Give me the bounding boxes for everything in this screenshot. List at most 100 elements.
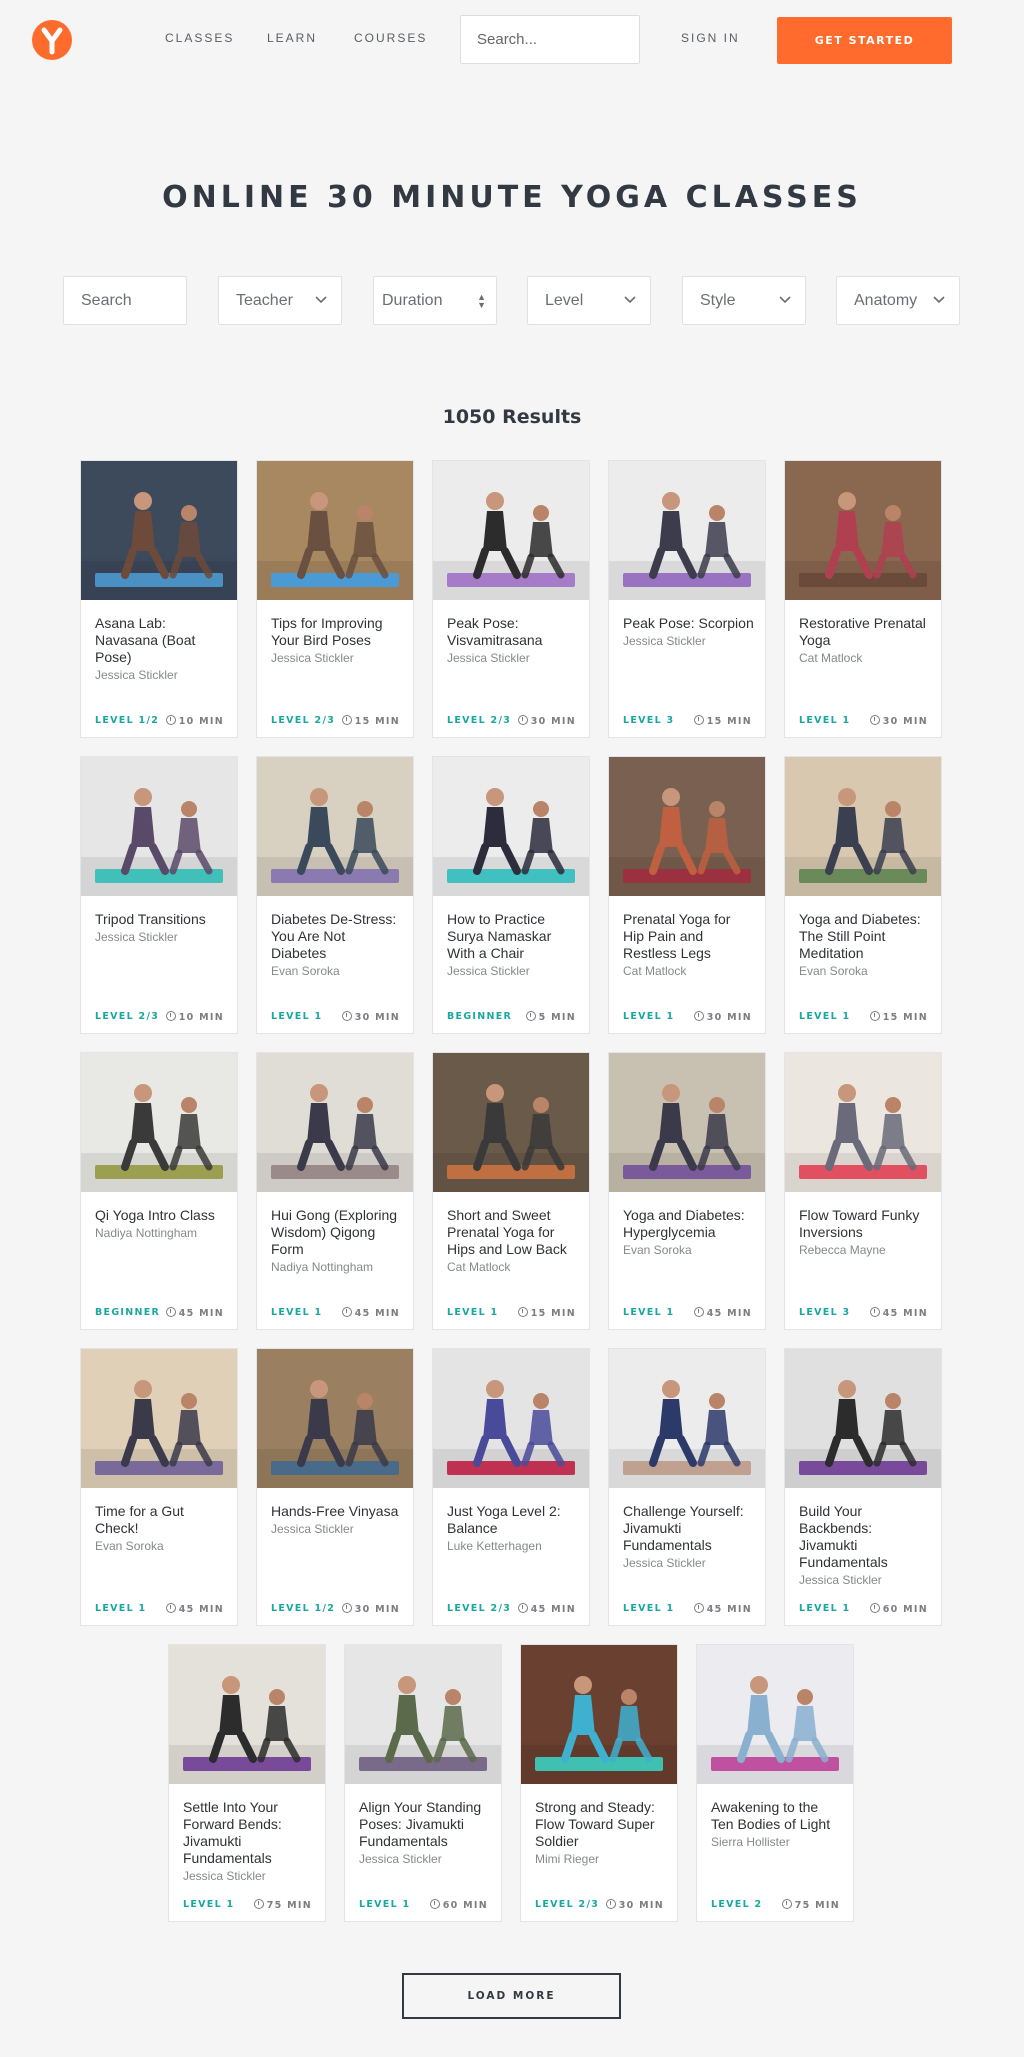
class-card[interactable]: Flow Toward Funky Inversions Rebecca Mayn… (784, 1052, 942, 1330)
class-card[interactable]: Peak Pose: Visvamitrasana Jessica Stickle… (432, 460, 590, 738)
class-thumbnail[interactable] (81, 1053, 237, 1192)
class-title-text[interactable]: Asana Lab: Navasana (Boat Pose) (95, 615, 195, 665)
filter-style-dropdown[interactable]: Style (682, 276, 806, 325)
filter-anatomy-dropdown[interactable]: Anatomy (836, 276, 960, 325)
class-title[interactable]: Peak Pose: Visvamitrasana Jessica Stickle… (447, 615, 579, 667)
class-thumbnail[interactable] (785, 1053, 941, 1192)
class-card[interactable]: Diabetes De-Stress: You Are Not Diabetes… (256, 756, 414, 1034)
class-title[interactable]: Peak Pose: Scorpion Jessica Stickler (623, 615, 755, 650)
class-title[interactable]: Strong and Steady: Flow Toward Super Sol… (535, 1799, 667, 1868)
class-thumbnail[interactable] (257, 1053, 413, 1192)
class-title[interactable]: Hands-Free Vinyasa Jessica Stickler (271, 1503, 403, 1538)
class-title-text[interactable]: Tripod Transitions (95, 911, 206, 927)
class-thumbnail[interactable] (169, 1645, 325, 1784)
class-thumbnail[interactable] (81, 757, 237, 896)
class-thumbnail[interactable] (433, 1053, 589, 1192)
class-title[interactable]: Asana Lab: Navasana (Boat Pose) Jessica S… (95, 615, 227, 684)
class-title-text[interactable]: Settle Into Your Forward Bends: Jivamukt… (183, 1799, 282, 1866)
class-title[interactable]: Diabetes De-Stress: You Are Not Diabetes… (271, 911, 403, 980)
class-thumbnail[interactable] (257, 461, 413, 600)
class-title-text[interactable]: Short and Sweet Prenatal Yoga for Hips a… (447, 1207, 567, 1257)
class-card[interactable]: Qi Yoga Intro Class Nadiya Nottingham BEGI… (80, 1052, 238, 1330)
nav-link-classes[interactable]: CLASSES (165, 31, 234, 45)
class-title-text[interactable]: Prenatal Yoga for Hip Pain and Restless … (623, 911, 730, 961)
class-card[interactable]: Tripod Transitions Jessica Stickler LEVEL … (80, 756, 238, 1034)
class-title-text[interactable]: Hands-Free Vinyasa (271, 1503, 398, 1519)
class-thumbnail[interactable] (609, 757, 765, 896)
class-card[interactable]: Yoga and Diabetes: Hyperglycemia Evan Sor… (608, 1052, 766, 1330)
class-thumbnail[interactable] (81, 461, 237, 600)
class-title[interactable]: Just Yoga Level 2: Balance Luke Ketterhag… (447, 1503, 579, 1555)
nav-link-courses[interactable]: COURSES (354, 31, 427, 45)
class-thumbnail[interactable] (433, 1349, 589, 1488)
class-title[interactable]: Settle Into Your Forward Bends: Jivamukt… (183, 1799, 315, 1885)
class-title[interactable]: How to Practice Surya Namaskar With a Ch… (447, 911, 579, 980)
class-title-text[interactable]: Just Yoga Level 2: Balance (447, 1503, 561, 1536)
class-title[interactable]: Tips for Improving Your Bird Poses Jessic… (271, 615, 403, 667)
class-card[interactable]: Strong and Steady: Flow Toward Super Sol… (520, 1644, 678, 1922)
class-title-text[interactable]: Time for a Gut Check! (95, 1503, 184, 1536)
filter-search-input[interactable] (63, 276, 187, 325)
class-title[interactable]: Flow Toward Funky Inversions Rebecca Mayn… (799, 1207, 931, 1259)
class-thumbnail[interactable] (345, 1645, 501, 1784)
class-thumbnail[interactable] (697, 1645, 853, 1784)
class-card[interactable]: Settle Into Your Forward Bends: Jivamukt… (168, 1644, 326, 1922)
class-thumbnail[interactable] (609, 1053, 765, 1192)
class-thumbnail[interactable] (257, 757, 413, 896)
yoga-logo-icon[interactable] (32, 20, 72, 60)
class-card[interactable]: Align Your Standing Poses: Jivamukti Fun… (344, 1644, 502, 1922)
class-thumbnail[interactable] (785, 757, 941, 896)
class-thumbnail[interactable] (81, 1349, 237, 1488)
class-card[interactable]: Prenatal Yoga for Hip Pain and Restless … (608, 756, 766, 1034)
site-search-input[interactable] (460, 15, 640, 64)
filter-teacher-dropdown[interactable]: Teacher (218, 276, 342, 325)
class-title[interactable]: Short and Sweet Prenatal Yoga for Hips a… (447, 1207, 579, 1276)
class-card[interactable]: Tips for Improving Your Bird Poses Jessic… (256, 460, 414, 738)
class-title[interactable]: Hui Gong (Exploring Wisdom) Qigong Form N… (271, 1207, 403, 1276)
filter-level-dropdown[interactable]: Level (527, 276, 651, 325)
class-title[interactable]: Time for a Gut Check! Evan Soroka (95, 1503, 227, 1555)
class-title[interactable]: Qi Yoga Intro Class Nadiya Nottingham (95, 1207, 227, 1242)
nav-link-learn[interactable]: LEARN (267, 31, 317, 45)
class-title[interactable]: Prenatal Yoga for Hip Pain and Restless … (623, 911, 755, 980)
class-title-text[interactable]: Qi Yoga Intro Class (95, 1207, 215, 1223)
class-title[interactable]: Challenge Yourself: Jivamukti Fundamenta… (623, 1503, 755, 1572)
class-thumbnail[interactable] (433, 461, 589, 600)
load-more-button[interactable]: LOAD MORE (402, 1973, 621, 2019)
class-thumbnail[interactable] (785, 1349, 941, 1488)
class-thumbnail[interactable] (521, 1645, 677, 1784)
class-title-text[interactable]: Yoga and Diabetes: Hyperglycemia (623, 1207, 745, 1240)
class-title-text[interactable]: How to Practice Surya Namaskar With a Ch… (447, 911, 551, 961)
class-card[interactable]: Build Your Backbends: Jivamukti Fundamen… (784, 1348, 942, 1626)
class-card[interactable]: Asana Lab: Navasana (Boat Pose) Jessica S… (80, 460, 238, 738)
class-card[interactable]: Yoga and Diabetes: The Still Point Medit… (784, 756, 942, 1034)
class-card[interactable]: Short and Sweet Prenatal Yoga for Hips a… (432, 1052, 590, 1330)
class-thumbnail[interactable] (785, 461, 941, 600)
class-card[interactable]: Hui Gong (Exploring Wisdom) Qigong Form N… (256, 1052, 414, 1330)
class-thumbnail[interactable] (257, 1349, 413, 1488)
class-thumbnail[interactable] (433, 757, 589, 896)
class-card[interactable]: Challenge Yourself: Jivamukti Fundamenta… (608, 1348, 766, 1626)
class-card[interactable]: Just Yoga Level 2: Balance Luke Ketterhag… (432, 1348, 590, 1626)
class-title-text[interactable]: Strong and Steady: Flow Toward Super Sol… (535, 1799, 655, 1849)
class-title-text[interactable]: Build Your Backbends: Jivamukti Fundamen… (799, 1503, 888, 1570)
class-title-text[interactable]: Tips for Improving Your Bird Poses (271, 615, 383, 648)
class-title-text[interactable]: Peak Pose: Visvamitrasana (447, 615, 542, 648)
class-title[interactable]: Yoga and Diabetes: The Still Point Medit… (799, 911, 931, 980)
class-title-text[interactable]: Align Your Standing Poses: Jivamukti Fun… (359, 1799, 481, 1849)
class-title-text[interactable]: Flow Toward Funky Inversions (799, 1207, 919, 1240)
class-thumbnail[interactable] (609, 461, 765, 600)
class-card[interactable]: Time for a Gut Check! Evan Soroka LEVEL 1 4… (80, 1348, 238, 1626)
class-card[interactable]: Awakening to the Ten Bodies of Light Sier… (696, 1644, 854, 1922)
class-thumbnail[interactable] (609, 1349, 765, 1488)
class-title-text[interactable]: Hui Gong (Exploring Wisdom) Qigong Form (271, 1207, 397, 1257)
class-card[interactable]: Restorative Prenatal Yoga Cat Matlock LEVE… (784, 460, 942, 738)
class-title-text[interactable]: Yoga and Diabetes: The Still Point Medit… (799, 911, 921, 961)
class-title[interactable]: Build Your Backbends: Jivamukti Fundamen… (799, 1503, 931, 1589)
filter-duration-select[interactable]: Duration ▲ ▼ (373, 276, 497, 325)
class-title-text[interactable]: Peak Pose: Scorpion (623, 615, 754, 631)
class-title[interactable]: Align Your Standing Poses: Jivamukti Fun… (359, 1799, 491, 1868)
sign-in-link[interactable]: SIGN IN (681, 31, 740, 45)
class-card[interactable]: Peak Pose: Scorpion Jessica Stickler LEVEL… (608, 460, 766, 738)
class-card[interactable]: How to Practice Surya Namaskar With a Ch… (432, 756, 590, 1034)
